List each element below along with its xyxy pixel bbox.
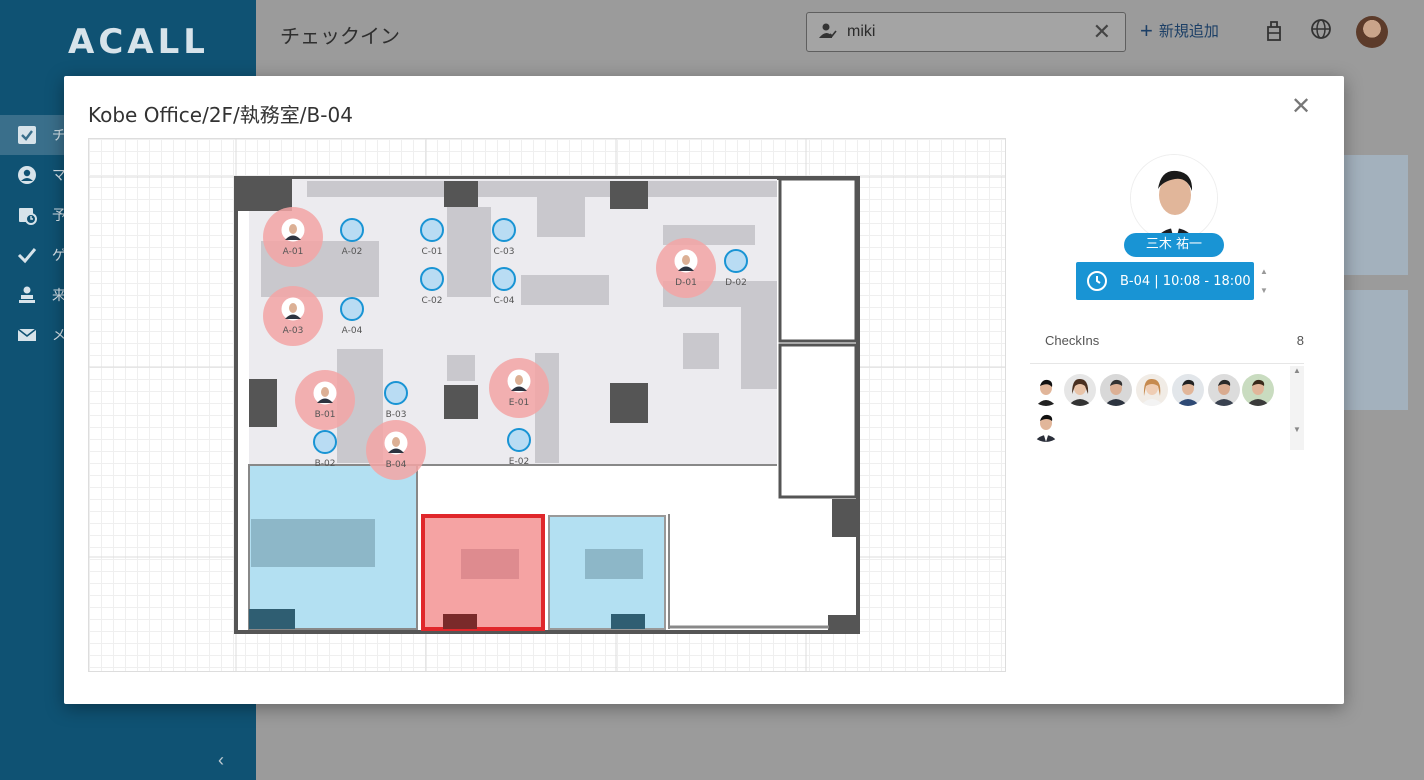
user-photo xyxy=(1130,154,1218,242)
seat-e-02[interactable]: E-02 xyxy=(507,428,531,467)
floor-map[interactable]: A-01 A-02 A-03 A-04 C-01 C-02 C-03 C-04 D-01 D-02… xyxy=(88,138,1006,672)
scroll-down-icon[interactable]: ▼ xyxy=(1290,425,1304,434)
globe-icon[interactable] xyxy=(1310,18,1332,46)
checkin-avatar[interactable] xyxy=(1030,374,1062,406)
checkins-avatar-list xyxy=(1030,368,1286,452)
seat-label: B-04 xyxy=(386,460,407,470)
seat-label: A-03 xyxy=(283,326,304,336)
seat-c-01[interactable]: C-01 xyxy=(420,218,444,257)
clear-icon[interactable]: ✕ xyxy=(1093,19,1111,45)
seat-a-02[interactable]: A-02 xyxy=(340,218,364,257)
search-input[interactable]: miki ✕ xyxy=(806,12,1126,52)
seat-a-01[interactable]: A-01 xyxy=(263,207,323,267)
checkin-avatar[interactable] xyxy=(1136,374,1168,406)
person-desk-icon xyxy=(16,284,38,306)
seat-label: D-01 xyxy=(675,278,697,288)
seat-b-01[interactable]: B-01 xyxy=(295,370,355,430)
scroll-up-icon[interactable]: ▲ xyxy=(1258,262,1270,281)
checkin-avatar[interactable] xyxy=(1030,410,1062,442)
seat-c-02[interactable]: C-02 xyxy=(420,267,444,306)
seat-b-03[interactable]: B-03 xyxy=(384,381,408,420)
seat-label: E-01 xyxy=(509,398,529,408)
checkin-avatar[interactable] xyxy=(1100,374,1132,406)
calendar-clock-icon xyxy=(16,204,38,226)
checkins-count: 8 xyxy=(1296,333,1304,348)
seat-label: D-02 xyxy=(725,278,747,288)
plus-icon: + xyxy=(1140,17,1153,43)
close-icon[interactable]: ✕ xyxy=(1290,95,1312,119)
checkin-avatar[interactable] xyxy=(1208,374,1240,406)
booking-button[interactable]: B-04 | 10:08 - 18:00 xyxy=(1076,262,1254,300)
seat-b-02[interactable]: B-02 xyxy=(313,430,337,469)
user-avatar[interactable] xyxy=(1356,16,1388,48)
seat-detail-modal: Kobe Office/2F/執務室/B-04 ✕ A-01 A-02 A-03… xyxy=(64,76,1344,704)
background-panel xyxy=(1344,290,1408,410)
checkins-scrollbar[interactable]: ▲ ▼ xyxy=(1290,366,1304,450)
user-name-badge: 三木 祐一 xyxy=(1124,233,1224,257)
seat-label: B-02 xyxy=(315,459,336,469)
add-new-button[interactable]: + 新規追加 xyxy=(1140,17,1219,43)
seat-a-03[interactable]: A-03 xyxy=(263,286,323,346)
seat-label: C-02 xyxy=(422,296,443,306)
checkin-avatar[interactable] xyxy=(1172,374,1204,406)
seat-label: B-01 xyxy=(315,410,336,420)
seat-label: A-01 xyxy=(283,247,304,257)
acall-logo[interactable]: ACALL xyxy=(68,22,209,62)
checkbox-icon xyxy=(16,124,38,146)
floor-map-svg: A-01 A-02 A-03 A-04 C-01 C-02 C-03 C-04 D-01 D-02… xyxy=(89,139,1005,671)
checkin-avatar[interactable] xyxy=(1242,374,1274,406)
seat-c-04[interactable]: C-04 xyxy=(492,267,516,306)
seat-label: B-03 xyxy=(386,410,407,420)
scroll-up-icon[interactable]: ▲ xyxy=(1290,366,1304,375)
checkins-label: CheckIns xyxy=(1045,333,1100,348)
seat-b-04[interactable]: B-04 xyxy=(366,420,426,480)
seat-c-03[interactable]: C-03 xyxy=(492,218,516,257)
search-value: miki xyxy=(847,23,876,40)
seat-d-02[interactable]: D-02 xyxy=(724,249,748,288)
modal-title: Kobe Office/2F/執務室/B-04 xyxy=(88,103,353,127)
background-panel xyxy=(1344,155,1408,275)
clock-icon xyxy=(1087,271,1107,291)
add-new-label: 新規追加 xyxy=(1158,23,1219,40)
mail-icon xyxy=(16,324,38,346)
locker-icon[interactable] xyxy=(1264,18,1284,48)
seat-label: E-02 xyxy=(509,457,529,467)
booking-scrollbar[interactable]: ▲ ▼ xyxy=(1258,262,1270,300)
booking-label: B-04 | 10:08 - 18:00 xyxy=(1120,273,1251,289)
seat-e-01[interactable]: E-01 xyxy=(489,358,549,418)
checkins-header: CheckIns 8 xyxy=(1030,330,1304,364)
user-circle-icon xyxy=(16,164,38,186)
chevron-left-icon[interactable]: ‹ xyxy=(218,750,224,771)
seat-label: C-03 xyxy=(494,247,515,257)
page-title: チェックイン xyxy=(280,26,400,48)
seat-label: A-04 xyxy=(342,326,363,336)
seat-label: C-01 xyxy=(422,247,443,257)
seat-a-04[interactable]: A-04 xyxy=(340,297,364,336)
user-check-icon xyxy=(819,22,837,45)
scroll-down-icon[interactable]: ▼ xyxy=(1258,281,1270,300)
seat-label: A-02 xyxy=(342,247,363,257)
top-bar: チェックイン miki ✕ + 新規追加 xyxy=(256,0,1424,66)
seat-d-01[interactable]: D-01 xyxy=(656,238,716,298)
checkin-avatar[interactable] xyxy=(1064,374,1096,406)
seat-label: C-04 xyxy=(494,296,515,306)
check-icon xyxy=(16,244,38,266)
